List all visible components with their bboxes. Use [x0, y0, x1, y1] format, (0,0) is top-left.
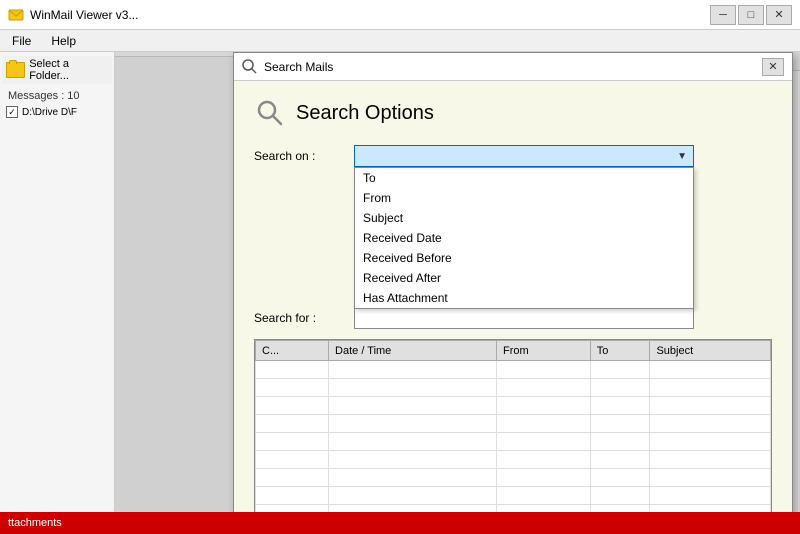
- select-folder-button[interactable]: Select a Folder...: [2, 56, 112, 84]
- menu-help[interactable]: Help: [43, 32, 84, 50]
- table-row: [256, 361, 771, 379]
- search-for-row: Search for :: [254, 307, 772, 329]
- dialog-titlebar: Search Mails ✕: [234, 53, 792, 81]
- sidebar: Select a Folder... Messages : 10 ✓ D:\Dr…: [0, 52, 115, 512]
- folder-checkbox[interactable]: ✓: [6, 106, 18, 118]
- dialog-body: Search Options Search on : ▼: [234, 81, 792, 512]
- dropdown-option-has-attachment[interactable]: Has Attachment: [355, 288, 693, 308]
- dialog-search-icon-small: [242, 59, 258, 75]
- chevron-down-icon: ▼: [677, 151, 687, 162]
- table-row: [256, 379, 771, 397]
- title-bar: WinMail Viewer v3... ─ □ ✕: [0, 0, 800, 30]
- content-area: OC Attachments test e...: [115, 52, 800, 512]
- dropdown-option-from[interactable]: From: [355, 188, 693, 208]
- search-on-dropdown[interactable]: ▼: [354, 145, 694, 167]
- table-row: [256, 451, 771, 469]
- col-header-datetime: Date / Time: [329, 341, 497, 361]
- table-row: [256, 397, 771, 415]
- folder-path: D:\Drive D\F: [22, 107, 77, 118]
- dialog-close-button[interactable]: ✕: [762, 58, 784, 76]
- bottom-bar: ttachments: [0, 512, 800, 534]
- dialog-title-left: Search Mails: [242, 59, 333, 75]
- close-button[interactable]: ✕: [766, 5, 792, 25]
- search-on-label: Search on :: [254, 149, 354, 163]
- search-icon-large: [254, 97, 286, 129]
- main-content: Select a Folder... Messages : 10 ✓ D:\Dr…: [0, 52, 800, 512]
- search-on-dropdown-container: ▼ To From Subject Received Date Received…: [354, 145, 694, 167]
- table-row: [256, 505, 771, 513]
- table-row: [256, 469, 771, 487]
- folder-item[interactable]: ✓ D:\Drive D\F: [2, 104, 112, 120]
- folder-label: Select a Folder...: [29, 58, 108, 82]
- col-header-subject: Subject: [650, 341, 771, 361]
- folder-icon: [6, 62, 25, 78]
- search-dialog: Search Mails ✕: [233, 52, 793, 512]
- menu-bar: File Help: [0, 30, 800, 52]
- dropdown-option-subject[interactable]: Subject: [355, 208, 693, 228]
- window-controls: ─ □ ✕: [710, 5, 792, 25]
- minimize-button[interactable]: ─: [710, 5, 736, 25]
- col-header-check: C...: [256, 341, 329, 361]
- search-for-input[interactable]: [354, 307, 694, 329]
- table-row: [256, 433, 771, 451]
- messages-count: Messages : 10: [2, 88, 112, 104]
- dropdown-option-received-after[interactable]: Received After: [355, 268, 693, 288]
- dropdown-option-to[interactable]: To: [355, 168, 693, 188]
- title-bar-left: WinMail Viewer v3...: [8, 7, 138, 23]
- results-table: C... Date / Time From To Subject: [255, 340, 771, 512]
- app-icon: [8, 7, 24, 23]
- search-options-title: Search Options: [296, 102, 434, 125]
- search-on-row: Search on : ▼ To From Subj: [254, 145, 772, 167]
- table-row: [256, 415, 771, 433]
- app-title: WinMail Viewer v3...: [30, 8, 138, 22]
- dropdown-list: To From Subject Received Date Received B…: [354, 167, 694, 309]
- search-for-label: Search for :: [254, 311, 354, 325]
- dropdown-option-received-before[interactable]: Received Before: [355, 248, 693, 268]
- bottom-bar-text: ttachments: [8, 517, 62, 529]
- table-header-row: C... Date / Time From To Subject: [256, 341, 771, 361]
- modal-overlay: Search Mails ✕: [115, 52, 800, 512]
- maximize-button[interactable]: □: [738, 5, 764, 25]
- col-header-from: From: [496, 341, 590, 361]
- search-heading: Search Options: [254, 97, 772, 129]
- dialog-title-text: Search Mails: [264, 60, 333, 74]
- table-row: [256, 487, 771, 505]
- menu-file[interactable]: File: [4, 32, 39, 50]
- results-table-container: C... Date / Time From To Subject: [254, 339, 772, 512]
- dropdown-option-received-date[interactable]: Received Date: [355, 228, 693, 248]
- col-header-to: To: [590, 341, 650, 361]
- app-window: WinMail Viewer v3... ─ □ ✕ File Help Sel…: [0, 0, 800, 534]
